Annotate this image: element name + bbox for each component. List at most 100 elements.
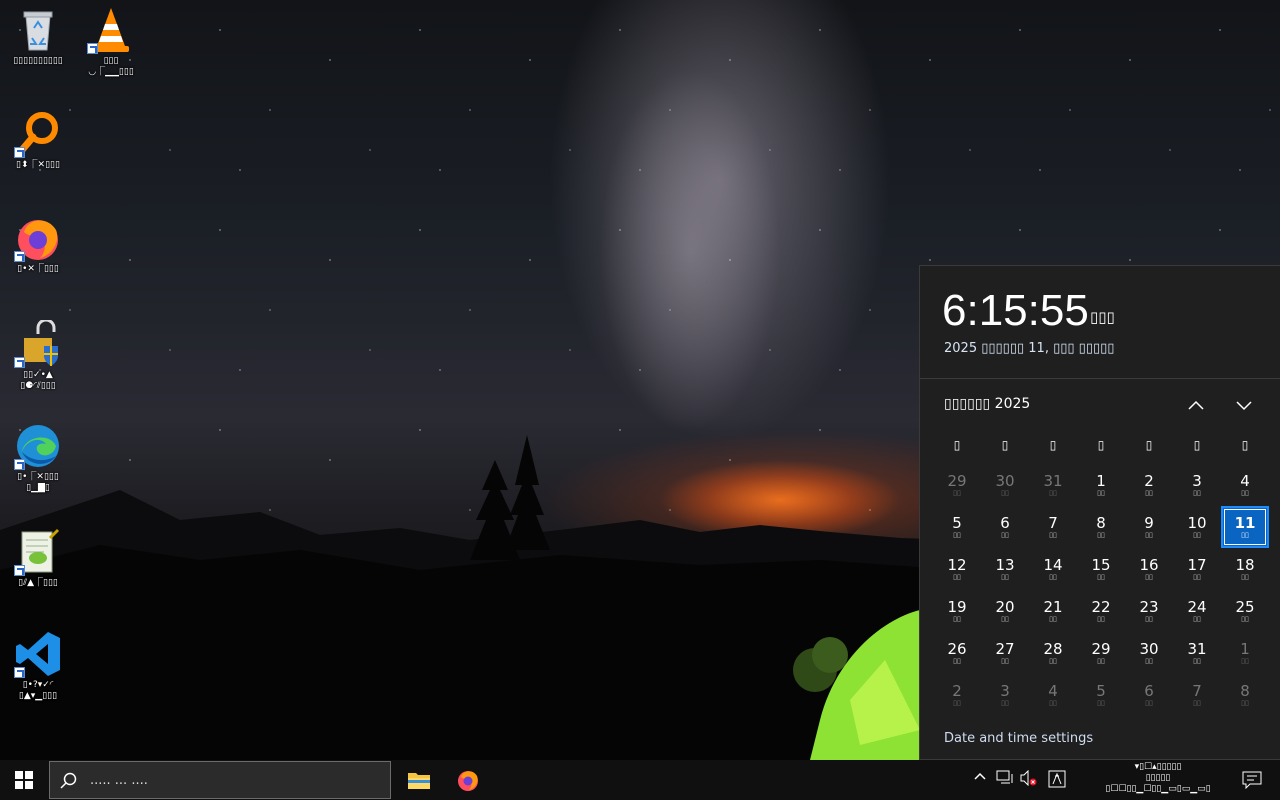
- desktop-icon-label: ▯▯▯ ◡⎾▁▁▯▯▯: [88, 56, 134, 77]
- desktop-icon-label: ▯•✕⎾▯▯▯: [17, 264, 59, 274]
- day-number: 3: [1192, 472, 1202, 490]
- start-button[interactable]: [0, 760, 48, 800]
- taskbar-search-box[interactable]: ..... ... ....: [49, 761, 391, 799]
- input-language-button[interactable]: [1048, 770, 1066, 791]
- calendar-day-today[interactable]: 11 ▯▯: [1221, 506, 1269, 548]
- recycle-bin-icon: [14, 6, 62, 54]
- network-icon: [996, 770, 1013, 784]
- date-time-settings-link[interactable]: Date and time settings: [944, 731, 1093, 746]
- day-number: 28: [1043, 640, 1063, 658]
- taskbar-clock[interactable]: ▾▯☐▴▯▯▯▯▯ ▯▯▯▯▯ ▯☐☐▯▯▁☐▯▯▁▭▯▭▁▭▯: [1088, 762, 1228, 795]
- day-sublabel: ▯▯: [1145, 489, 1153, 497]
- chevron-up-icon: [1188, 400, 1204, 410]
- calendar-day[interactable]: 4 ▯▯: [1029, 674, 1077, 716]
- taskbar-firefox[interactable]: [444, 760, 492, 800]
- day-sublabel: ▯▯: [1049, 489, 1057, 497]
- calendar-day[interactable]: 24 ▯▯: [1173, 590, 1221, 632]
- calendar-day[interactable]: 7 ▯▯: [1029, 506, 1077, 548]
- calendar-day[interactable]: 12 ▯▯: [933, 548, 981, 590]
- notepad-app-shortcut[interactable]: ▯⫽▲⎾▯▯▯: [3, 528, 73, 589]
- calendar-day[interactable]: 23 ▯▯: [1125, 590, 1173, 632]
- calendar-day[interactable]: 28 ▯▯: [1029, 632, 1077, 674]
- network-tray-button[interactable]: [996, 770, 1014, 789]
- calendar-day[interactable]: 1 ▯▯: [1077, 464, 1125, 506]
- calendar-day[interactable]: 17 ▯▯: [1173, 548, 1221, 590]
- previous-month-button[interactable]: [1182, 394, 1210, 416]
- calendar-day[interactable]: 2 ▯▯: [933, 674, 981, 716]
- day-number: 7: [1048, 514, 1058, 532]
- calendar-day[interactable]: 30 ▯▯: [981, 464, 1029, 506]
- desktop-icon-label: ▯⬍⎾✕▯▯▯: [16, 160, 60, 170]
- calendar-day[interactable]: 13 ▯▯: [981, 548, 1029, 590]
- show-hidden-icons-button[interactable]: [973, 770, 987, 785]
- calendar-day[interactable]: 31 ▯▯: [1029, 464, 1077, 506]
- calendar-day[interactable]: 30 ▯▯: [1125, 632, 1173, 674]
- day-sublabel: ▯▯: [1001, 573, 1009, 581]
- vscode-shortcut[interactable]: ▯•?▾✓◜ ▯▲▾▁▯▯▯: [3, 630, 73, 702]
- calendar-day[interactable]: 16 ▯▯: [1125, 548, 1173, 590]
- volume-muted-icon: [1020, 769, 1037, 787]
- day-number: 6: [1144, 682, 1154, 700]
- calendar-day[interactable]: 8 ▯▯: [1077, 506, 1125, 548]
- day-sublabel: ▯▯: [1097, 531, 1105, 539]
- day-number: 8: [1096, 514, 1106, 532]
- weekday-label: ▯: [1001, 438, 1009, 452]
- volume-tray-button[interactable]: [1020, 769, 1038, 789]
- edge-shortcut[interactable]: ▯•⎾✕▯▯▯ ▯▁▇▯: [3, 422, 73, 494]
- taskbar-file-explorer[interactable]: [395, 760, 443, 800]
- next-month-button[interactable]: [1230, 394, 1258, 416]
- calendar-day[interactable]: 18 ▯▯: [1221, 548, 1269, 590]
- calendar-day[interactable]: 21 ▯▯: [1029, 590, 1077, 632]
- day-sublabel: ▯▯: [1049, 615, 1057, 623]
- security-app-shortcut[interactable]: ▯▯✓•▲ ▯⚈◜⫽▯▯▯: [3, 318, 73, 392]
- day-sublabel: ▯▯: [1097, 615, 1105, 623]
- calendar-day[interactable]: 25 ▯▯: [1221, 590, 1269, 632]
- calendar-day[interactable]: 10 ▯▯: [1173, 506, 1221, 548]
- weekday-label: ▯: [1193, 438, 1201, 452]
- day-sublabel: ▯▯: [953, 489, 961, 497]
- recycle-bin-icon-shortcut[interactable]: ▯▯▯▯▯▯▯▯▯▯: [3, 6, 73, 67]
- calendar-day[interactable]: 9 ▯▯: [1125, 506, 1173, 548]
- calendar-day[interactable]: 3 ▯▯: [981, 674, 1029, 716]
- calendar-day[interactable]: 3 ▯▯: [1173, 464, 1221, 506]
- calendar-day[interactable]: 15 ▯▯: [1077, 548, 1125, 590]
- day-sublabel: ▯▯: [1049, 573, 1057, 581]
- day-sublabel: ▯▯: [1001, 531, 1009, 539]
- action-center-button[interactable]: [1232, 760, 1272, 800]
- calendar-day[interactable]: 5 ▯▯: [1077, 674, 1125, 716]
- calendar-day[interactable]: 6 ▯▯: [1125, 674, 1173, 716]
- weekday-label: ▯: [1241, 438, 1249, 452]
- vlc-shortcut[interactable]: ▯▯▯ ◡⎾▁▁▯▯▯: [76, 6, 146, 78]
- search-app-shortcut[interactable]: ▯⬍⎾✕▯▯▯: [3, 110, 73, 171]
- desktop-icon-label: ▯⫽▲⎾▯▯▯: [18, 578, 58, 588]
- month-title[interactable]: ▯▯▯▯▯▯ 2025: [944, 396, 1030, 412]
- clock-calendar-flyout: 6:15:55 ▯▯▯ 2025 ▯▯▯▯▯▯ 11, ▯▯▯ ▯▯▯▯▯ ▯▯…: [919, 265, 1280, 760]
- day-sublabel: ▯▯: [953, 657, 961, 665]
- calendar-day[interactable]: 26 ▯▯: [933, 632, 981, 674]
- day-number: 31: [1187, 640, 1207, 658]
- day-number: 2: [1144, 472, 1154, 490]
- calendar-day[interactable]: 4 ▯▯: [1221, 464, 1269, 506]
- calendar-day[interactable]: 8 ▯▯: [1221, 674, 1269, 716]
- calendar-day[interactable]: 2 ▯▯: [1125, 464, 1173, 506]
- day-sublabel: ▯▯: [1097, 489, 1105, 497]
- calendar-day[interactable]: 22 ▯▯: [1077, 590, 1125, 632]
- calendar-day[interactable]: 1 ▯▯: [1221, 632, 1269, 674]
- calendar-day[interactable]: 29 ▯▯: [933, 464, 981, 506]
- firefox-icon: [458, 771, 478, 791]
- calendar-day[interactable]: 29 ▯▯: [1077, 632, 1125, 674]
- calendar-day[interactable]: 31 ▯▯: [1173, 632, 1221, 674]
- calendar-day[interactable]: 6 ▯▯: [981, 506, 1029, 548]
- full-date-link[interactable]: 2025 ▯▯▯▯▯▯ 11, ▯▯▯ ▯▯▯▯▯: [944, 341, 1114, 356]
- calendar-day[interactable]: 19 ▯▯: [933, 590, 981, 632]
- calendar-day[interactable]: 7 ▯▯: [1173, 674, 1221, 716]
- calendar-day[interactable]: 5 ▯▯: [933, 506, 981, 548]
- day-sublabel: ▯▯: [953, 573, 961, 581]
- day-sublabel: ▯▯: [953, 531, 961, 539]
- calendar-day[interactable]: 27 ▯▯: [981, 632, 1029, 674]
- firefox-shortcut[interactable]: ▯•✕⎾▯▯▯: [3, 214, 73, 275]
- calendar-day[interactable]: 14 ▯▯: [1029, 548, 1077, 590]
- windows-logo-icon: [15, 771, 33, 789]
- day-number: 30: [1139, 640, 1159, 658]
- calendar-day[interactable]: 20 ▯▯: [981, 590, 1029, 632]
